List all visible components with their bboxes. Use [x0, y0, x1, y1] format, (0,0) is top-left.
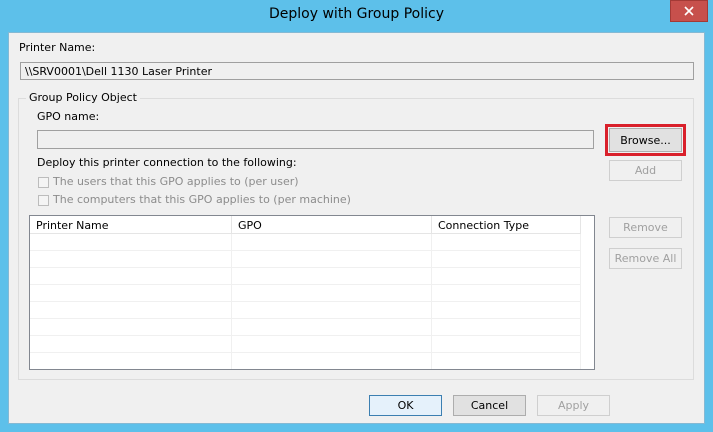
deploy-label: Deploy this printer connection to the fo…: [37, 156, 297, 169]
printer-name-label: Printer Name:: [19, 41, 96, 54]
dialog-window: Deploy with Group Policy Printer Name: \…: [0, 0, 713, 432]
list-row: [30, 302, 581, 319]
per-machine-label: The computers that this GPO applies to (…: [53, 193, 351, 206]
per-machine-checkbox[interactable]: [38, 195, 49, 206]
add-button[interactable]: Add: [609, 160, 682, 181]
list-row: [30, 251, 581, 268]
list-row: [30, 268, 581, 285]
title-bar[interactable]: Deploy with Group Policy: [0, 0, 713, 32]
gpo-name-input[interactable]: [37, 130, 594, 149]
list-header: Printer Name GPO Connection Type: [30, 216, 581, 234]
deployed-printers-list[interactable]: Printer Name GPO Connection Type: [29, 215, 595, 370]
group-policy-object-title: Group Policy Object: [26, 91, 140, 104]
column-printer-name[interactable]: Printer Name: [30, 216, 232, 234]
window-title: Deploy with Group Policy: [269, 6, 444, 22]
close-button[interactable]: [670, 0, 708, 22]
per-user-checkbox[interactable]: [38, 177, 49, 188]
list-row: [30, 285, 581, 302]
ok-button[interactable]: OK: [369, 395, 442, 416]
close-icon: [684, 6, 694, 16]
apply-button[interactable]: Apply: [537, 395, 610, 416]
list-row: [30, 234, 581, 251]
dialog-body: Printer Name: \\SRV0001\Dell 1130 Laser …: [8, 32, 705, 424]
browse-button[interactable]: Browse...: [609, 128, 682, 152]
gpo-name-label: GPO name:: [37, 110, 100, 123]
column-connection-type[interactable]: Connection Type: [432, 216, 581, 234]
remove-all-button[interactable]: Remove All: [609, 248, 682, 269]
per-user-label: The users that this GPO applies to (per …: [53, 175, 299, 188]
printer-name-field: \\SRV0001\Dell 1130 Laser Printer: [20, 62, 694, 80]
remove-button[interactable]: Remove: [609, 217, 682, 238]
column-gpo[interactable]: GPO: [232, 216, 432, 234]
list-row: [30, 319, 581, 336]
list-row: [30, 336, 581, 353]
list-row: [30, 353, 581, 369]
cancel-button[interactable]: Cancel: [453, 395, 526, 416]
